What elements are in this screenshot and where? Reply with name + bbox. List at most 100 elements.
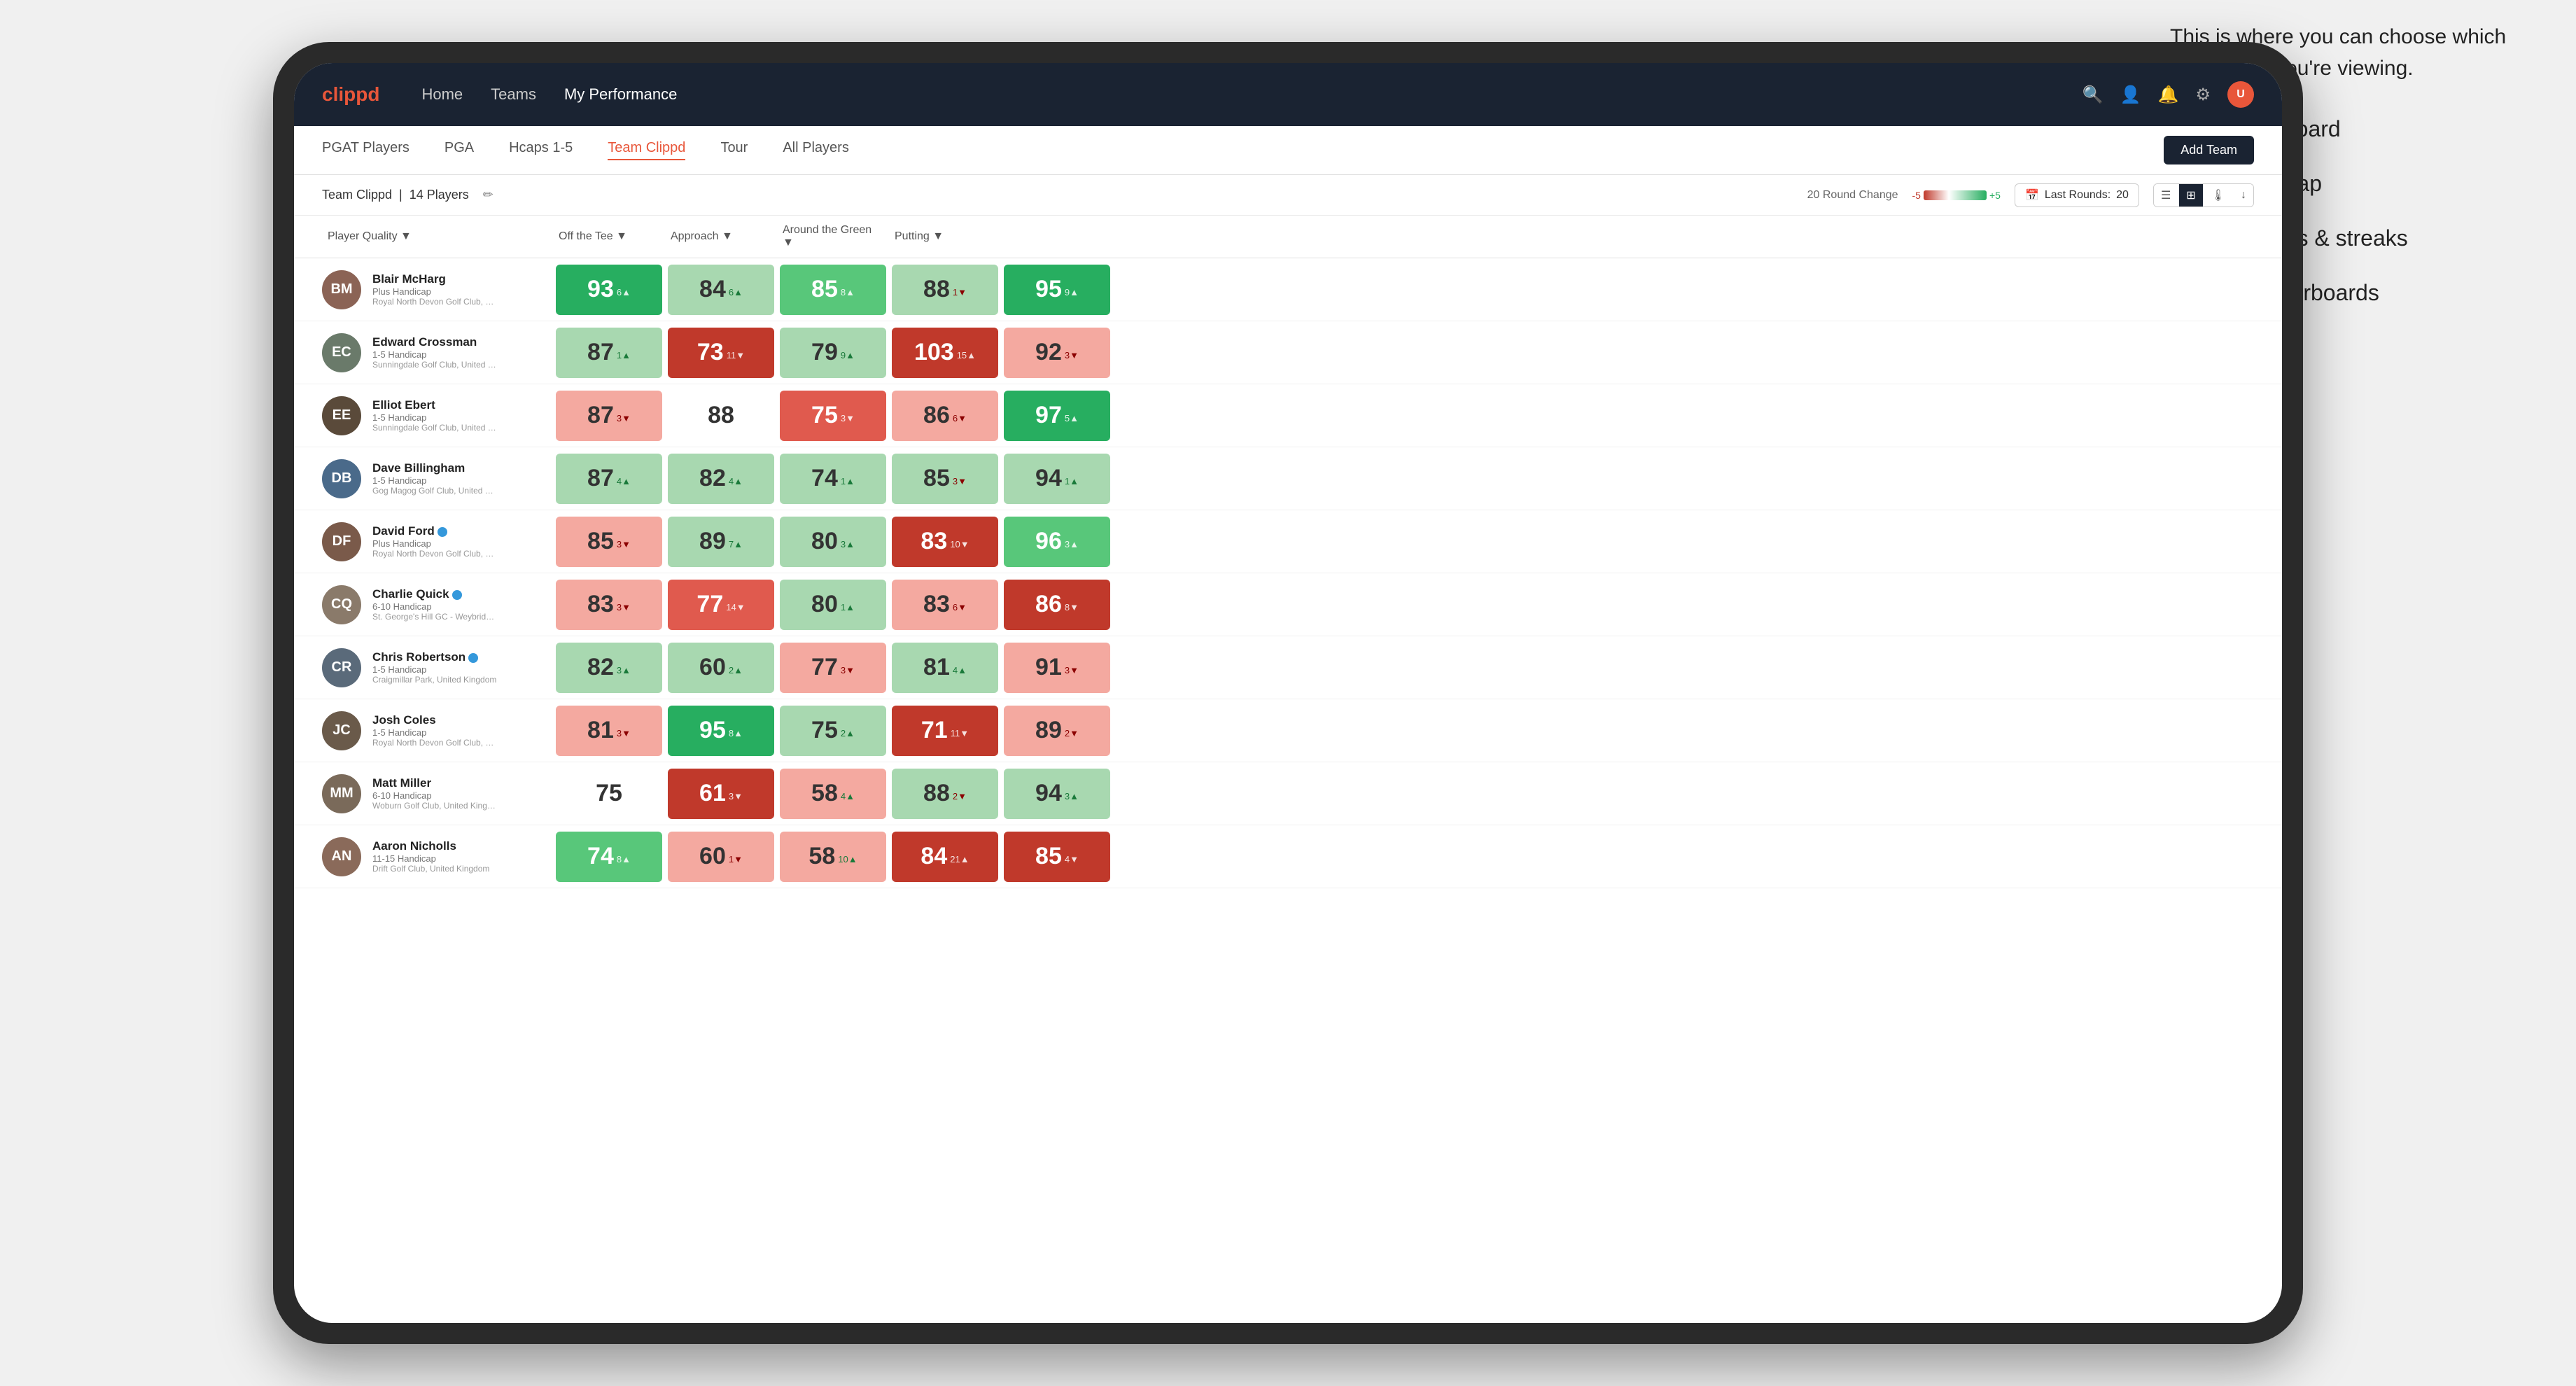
table-row[interactable]: BM Blair McHarg Plus Handicap Royal Nort… [294, 258, 2282, 321]
player-name[interactable]: Edward Crossman [372, 335, 498, 349]
user-icon[interactable]: 👤 [2120, 85, 2141, 105]
view-grid-btn[interactable]: ⊞ [2179, 184, 2202, 206]
table-row[interactable]: EE Elliot Ebert 1-5 Handicap Sunningdale… [294, 384, 2282, 447]
score-cell[interactable]: 748▲ [556, 832, 662, 882]
nav-link-home[interactable]: Home [421, 85, 463, 104]
score-cell[interactable]: 958▲ [668, 706, 774, 756]
score-cell[interactable]: 799▲ [780, 328, 886, 378]
table-row[interactable]: DF David Ford Plus Handicap Royal North … [294, 510, 2282, 573]
score-cell[interactable]: 836▼ [892, 580, 998, 630]
player-name[interactable]: Charlie Quick [372, 587, 498, 601]
score-cell[interactable]: 853▼ [556, 517, 662, 567]
table-row[interactable]: JC Josh Coles 1-5 Handicap Royal North D… [294, 699, 2282, 762]
score-cell[interactable]: 866▼ [892, 391, 998, 441]
player-name[interactable]: Elliot Ebert [372, 398, 498, 412]
score-cell[interactable]: 584▲ [780, 769, 886, 819]
user-avatar[interactable]: U [2227, 81, 2254, 108]
score-cell[interactable]: 892▼ [1004, 706, 1110, 756]
score-cell[interactable]: 874▲ [556, 454, 662, 504]
settings-icon[interactable]: ⚙ [2195, 85, 2211, 105]
score-cell[interactable]: 824▲ [668, 454, 774, 504]
score-cell[interactable]: 873▼ [556, 391, 662, 441]
score-cell[interactable]: 88 [668, 391, 774, 441]
table-row[interactable]: CR Chris Robertson 1-5 Handicap Craigmil… [294, 636, 2282, 699]
add-team-button[interactable]: Add Team [2164, 136, 2254, 164]
score-cell[interactable]: 8421▲ [892, 832, 998, 882]
player-name[interactable]: Dave Billingham [372, 461, 498, 475]
score-cell[interactable]: 897▲ [668, 517, 774, 567]
score-cell[interactable]: 5810▲ [780, 832, 886, 882]
score-cell[interactable]: 858▲ [780, 265, 886, 315]
nav-link-teams[interactable]: Teams [491, 85, 536, 104]
player-name[interactable]: Matt Miller [372, 776, 498, 790]
score-cell[interactable]: 801▲ [780, 580, 886, 630]
score-cell[interactable]: 963▲ [1004, 517, 1110, 567]
score-cell[interactable]: 871▲ [556, 328, 662, 378]
sub-nav-allplayers[interactable]: All Players [783, 140, 848, 160]
last-rounds-button[interactable]: 📅 Last Rounds: 20 [2015, 183, 2139, 207]
score-cell[interactable]: 7714▼ [668, 580, 774, 630]
score-cell[interactable]: 752▲ [780, 706, 886, 756]
ipad-screen: clippd Home Teams My Performance 🔍 👤 🔔 ⚙… [294, 63, 2282, 1323]
player-avatar: BM [322, 270, 361, 309]
player-name[interactable]: Blair McHarg [372, 272, 498, 286]
score-cell[interactable]: 773▼ [780, 643, 886, 693]
score-cell[interactable]: 868▼ [1004, 580, 1110, 630]
score-cell[interactable]: 741▲ [780, 454, 886, 504]
score-cell[interactable]: 601▼ [668, 832, 774, 882]
table-row[interactable]: AN Aaron Nicholls 11-15 Handicap Drift G… [294, 825, 2282, 888]
view-list-btn[interactable]: ☰ [2154, 184, 2178, 206]
bell-icon[interactable]: 🔔 [2158, 85, 2179, 105]
sub-nav-teamclippd[interactable]: Team Clippd [608, 140, 685, 160]
score-cell[interactable]: 613▼ [668, 769, 774, 819]
score-cell[interactable]: 936▲ [556, 265, 662, 315]
player-name[interactable]: Aaron Nicholls [372, 839, 489, 853]
score-cell[interactable]: 923▼ [1004, 328, 1110, 378]
score-cell[interactable]: 854▼ [1004, 832, 1110, 882]
team-edit-icon[interactable]: ✏ [483, 188, 493, 202]
table-row[interactable]: DB Dave Billingham 1-5 Handicap Gog Mago… [294, 447, 2282, 510]
score-cell[interactable]: 959▲ [1004, 265, 1110, 315]
score-cell[interactable]: 813▼ [556, 706, 662, 756]
player-handicap: 1-5 Handicap [372, 727, 498, 738]
search-icon[interactable]: 🔍 [2082, 85, 2104, 105]
player-name[interactable]: David Ford [372, 524, 498, 538]
score-cell[interactable]: 943▲ [1004, 769, 1110, 819]
score-cell[interactable]: 881▼ [892, 265, 998, 315]
sub-nav-links: PGAT Players PGA Hcaps 1-5 Team Clippd T… [322, 140, 2164, 160]
sub-nav-tour[interactable]: Tour [720, 140, 748, 160]
sub-nav-pgat[interactable]: PGAT Players [322, 140, 410, 160]
score-cell[interactable]: 833▼ [556, 580, 662, 630]
table-row[interactable]: CQ Charlie Quick 6-10 Handicap St. Georg… [294, 573, 2282, 636]
player-name[interactable]: Chris Robertson [372, 650, 496, 664]
player-club: Royal North Devon Golf Club, United King… [372, 297, 498, 307]
nav-logo[interactable]: clippd [322, 83, 379, 106]
nav-link-myperformance[interactable]: My Performance [564, 85, 677, 104]
score-cell[interactable]: 882▼ [892, 769, 998, 819]
view-heatmap-btn[interactable]: 🌡 [2204, 184, 2232, 206]
score-cell[interactable]: 941▲ [1004, 454, 1110, 504]
table-row[interactable]: MM Matt Miller 6-10 Handicap Woburn Golf… [294, 762, 2282, 825]
sub-nav-hcaps[interactable]: Hcaps 1-5 [509, 140, 573, 160]
sub-nav-pga[interactable]: PGA [444, 140, 474, 160]
score-cell[interactable]: 10315▲ [892, 328, 998, 378]
score-cell[interactable]: 7311▼ [668, 328, 774, 378]
score-cell[interactable]: 7111▼ [892, 706, 998, 756]
table-row[interactable]: EC Edward Crossman 1-5 Handicap Sunningd… [294, 321, 2282, 384]
score-cell[interactable]: 753▼ [780, 391, 886, 441]
score-cell[interactable]: 8310▼ [892, 517, 998, 567]
score-cell[interactable]: 803▲ [780, 517, 886, 567]
score-cell[interactable]: 975▲ [1004, 391, 1110, 441]
player-name[interactable]: Josh Coles [372, 713, 498, 727]
score-cell[interactable]: 853▼ [892, 454, 998, 504]
score-cell[interactable]: 913▼ [1004, 643, 1110, 693]
player-text: Edward Crossman 1-5 Handicap Sunningdale… [372, 335, 498, 370]
score-cell[interactable]: 602▲ [668, 643, 774, 693]
score-cell[interactable]: 814▲ [892, 643, 998, 693]
score-cell[interactable]: 75 [556, 769, 662, 819]
view-export-btn[interactable]: ↓ [2234, 184, 2253, 206]
player-text: Chris Robertson 1-5 Handicap Craigmillar… [372, 650, 496, 685]
score-cell[interactable]: 846▲ [668, 265, 774, 315]
score-cell[interactable]: 823▲ [556, 643, 662, 693]
table-area: Player Quality ▼ Off the Tee ▼ Approach … [294, 216, 2282, 1323]
